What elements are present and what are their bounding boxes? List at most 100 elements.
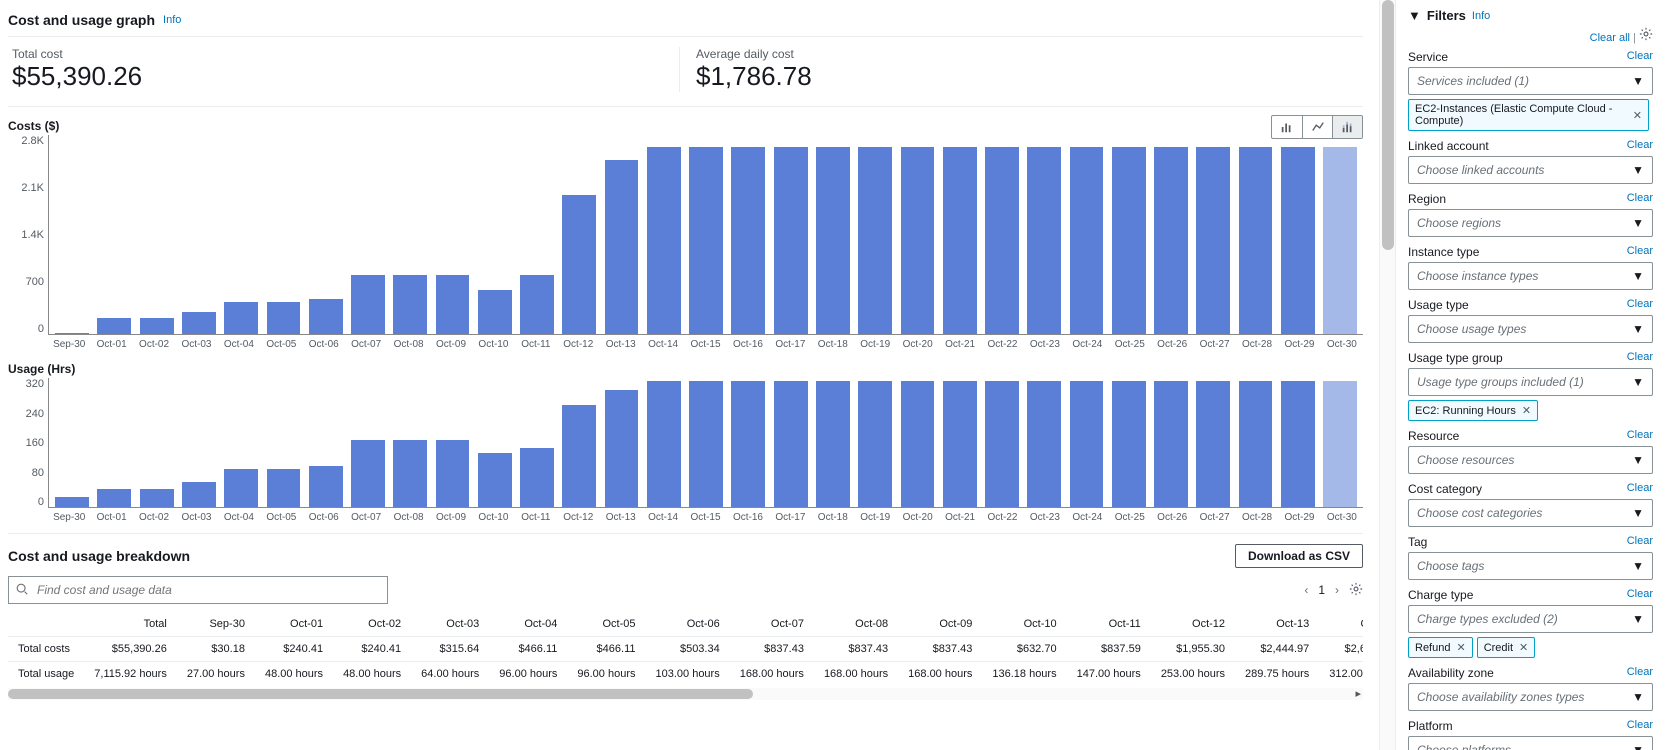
bar[interactable] [1027,147,1061,335]
filter-clear[interactable]: Clear [1627,50,1653,64]
bar[interactable] [605,390,639,508]
filters-settings-icon[interactable] [1639,32,1653,44]
bar[interactable] [562,195,596,335]
page-next-icon[interactable]: › [1335,583,1339,597]
page-prev-icon[interactable]: ‹ [1304,583,1308,597]
bar[interactable] [351,440,385,508]
bar[interactable] [182,312,216,335]
filter-select[interactable]: Usage type groups included (1)▼ [1408,368,1653,396]
filter-select[interactable]: Choose linked accounts▼ [1408,156,1653,184]
bar[interactable] [901,381,935,508]
bar[interactable] [1027,381,1061,508]
bar[interactable] [351,275,385,335]
bar[interactable] [1196,381,1230,508]
bar[interactable] [689,381,723,508]
bar[interactable] [647,147,681,335]
bar[interactable] [97,489,131,509]
bar[interactable] [436,440,470,508]
horizontal-scroll-thumb[interactable] [8,689,753,699]
filter-select[interactable]: Choose tags▼ [1408,552,1653,580]
bar[interactable] [1281,381,1315,508]
bar[interactable] [1239,147,1273,335]
bar[interactable] [985,147,1019,335]
bar[interactable] [689,147,723,335]
bar[interactable] [182,482,216,508]
filter-select[interactable]: Choose usage types▼ [1408,315,1653,343]
filter-select[interactable]: Services included (1)▼ [1408,67,1653,95]
filter-select[interactable]: Choose platforms▼ [1408,736,1653,750]
filter-clear[interactable]: Clear [1627,351,1653,365]
bar[interactable] [858,381,892,508]
bar[interactable] [1112,381,1146,508]
bar[interactable] [140,489,174,509]
bar[interactable] [478,290,512,335]
filter-clear[interactable]: Clear [1627,192,1653,206]
filter-clear[interactable]: Clear [1627,588,1653,602]
filters-info-link[interactable]: Info [1472,10,1490,22]
breakdown-search[interactable] [8,576,388,604]
close-icon[interactable]: ✕ [1522,404,1531,417]
filter-select[interactable]: Choose resources▼ [1408,446,1653,474]
bar[interactable] [816,147,850,335]
bar[interactable] [731,147,765,335]
breakdown-search-input[interactable] [35,582,381,598]
bar[interactable] [393,440,427,508]
bar[interactable] [267,469,301,508]
close-icon[interactable]: ✕ [1456,641,1465,654]
bar[interactable] [1196,147,1230,335]
bar[interactable] [816,381,850,508]
filter-clear[interactable]: Clear [1627,482,1653,496]
bar[interactable] [520,448,554,508]
bar[interactable] [393,275,427,335]
bar[interactable] [1112,147,1146,335]
bar[interactable] [774,381,808,508]
bar[interactable] [774,147,808,335]
filter-select[interactable]: Charge types excluded (2)▼ [1408,605,1653,633]
info-link[interactable]: Info [163,14,181,26]
filter-clear[interactable]: Clear [1627,535,1653,549]
bar[interactable] [478,453,512,508]
bar[interactable] [562,405,596,508]
vertical-scrollbar[interactable] [1379,0,1395,750]
bar[interactable] [943,147,977,335]
filters-collapse-icon[interactable]: ▼ [1408,8,1421,23]
bar[interactable] [858,147,892,335]
bar[interactable] [943,381,977,508]
bar[interactable] [267,302,301,335]
bar[interactable] [224,302,258,335]
filter-clear[interactable]: Clear [1627,429,1653,443]
filter-select[interactable]: Choose cost categories▼ [1408,499,1653,527]
bar[interactable] [520,275,554,335]
bar[interactable] [1070,147,1104,335]
bar[interactable] [1323,381,1357,508]
close-icon[interactable]: ✕ [1633,109,1642,122]
bar[interactable] [140,318,174,335]
download-csv-button[interactable]: Download as CSV [1235,544,1363,568]
bar[interactable] [1070,381,1104,508]
scroll-right-icon[interactable]: ▸ [1355,687,1361,700]
filter-clear[interactable]: Clear [1627,719,1653,733]
horizontal-scrollbar[interactable]: ◂ ▸ [8,688,1363,700]
filter-select[interactable]: Choose availability zones types▼ [1408,683,1653,711]
settings-icon[interactable] [1349,582,1363,599]
bar[interactable] [224,469,258,508]
close-icon[interactable]: ✕ [1519,641,1528,654]
bar[interactable] [309,299,343,335]
bar[interactable] [985,381,1019,508]
bar[interactable] [309,466,343,508]
filter-clear[interactable]: Clear [1627,298,1653,312]
bar[interactable] [901,147,935,335]
filter-clear[interactable]: Clear [1627,245,1653,259]
filter-clear[interactable]: Clear [1627,139,1653,153]
bar[interactable] [1239,381,1273,508]
bar[interactable] [605,160,639,335]
breakdown-table-wrap[interactable]: TotalSep-30Oct-01Oct-02Oct-03Oct-04Oct-0… [8,612,1363,686]
bar[interactable] [1281,147,1315,335]
bar[interactable] [647,381,681,508]
bar[interactable] [1154,381,1188,508]
bar[interactable] [436,275,470,335]
bar[interactable] [1154,147,1188,335]
filters-clear-all[interactable]: Clear all [1590,32,1630,44]
filter-clear[interactable]: Clear [1627,666,1653,680]
filter-select[interactable]: Choose regions▼ [1408,209,1653,237]
